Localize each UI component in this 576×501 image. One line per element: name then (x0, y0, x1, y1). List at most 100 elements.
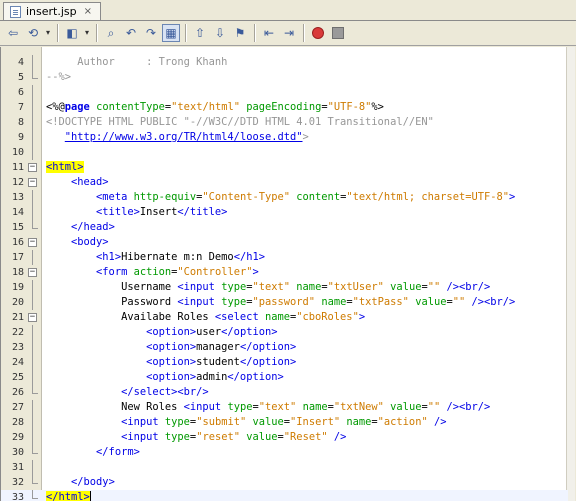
code-editor[interactable]: 4 Author : Trong Khanh 5 --%> 6 7 <%@page con… (0, 47, 575, 501)
next-bookmark-icon[interactable]: ⇩ (211, 24, 229, 42)
fold-collapse-icon[interactable]: − (28, 313, 37, 322)
dropdown-caret-icon[interactable]: ▾ (44, 24, 52, 42)
code-line[interactable]: 31 (1, 460, 568, 475)
code-line[interactable]: 10 (1, 145, 568, 160)
code-line[interactable]: 4 Author : Trong Khanh (1, 55, 568, 70)
code-line[interactable]: 29 <input type="reset" value="Reset" /> (1, 430, 568, 445)
fold-guide (32, 460, 33, 475)
token-txt: Insert (139, 206, 178, 218)
code-line[interactable]: 17 <h1>Hibernate m:n Demo</h1> (1, 250, 568, 265)
code-line[interactable]: 21− Availabe Roles <select name="cboRole… (1, 310, 568, 325)
fold-guide (32, 220, 33, 228)
token-tag: </head> (71, 221, 115, 233)
line-number: 27 (11, 402, 24, 413)
find-prev-icon[interactable]: ↶ (122, 24, 140, 42)
code-line[interactable]: 13 <meta http-equiv="Content-Type" conte… (1, 190, 568, 205)
shift-right-icon[interactable]: ⇥ (280, 24, 298, 42)
fold-collapse-icon[interactable]: − (28, 163, 37, 172)
close-icon[interactable]: × (84, 3, 92, 20)
token-val: "text/html" (171, 101, 240, 113)
token-val: "" (427, 281, 441, 293)
token-attr: type (221, 281, 247, 293)
token-tag: <body> (71, 236, 109, 248)
code-line[interactable]: 16− <body> (1, 235, 568, 250)
token-val: "UTF-8" (327, 101, 372, 113)
fold-guide (32, 85, 33, 100)
code-line[interactable]: 11− <html> (1, 160, 568, 175)
toolbar-separator (185, 24, 186, 42)
code-line[interactable]: 27 New Roles <input type="text" name="tx… (1, 400, 568, 415)
token-txt: admin (196, 371, 228, 383)
code-line[interactable]: 9 "http://www.w3.org/TR/html4/loose.dtd"… (1, 130, 568, 145)
fold-collapse-icon[interactable]: − (28, 178, 37, 187)
code-line[interactable]: 7 <%@page contentType="text/html" pageEnc… (1, 100, 568, 115)
line-number: 25 (11, 372, 24, 383)
find-icon[interactable]: ⌕ (102, 24, 120, 42)
code-line[interactable]: 15 </head> (1, 220, 568, 235)
record-macro-icon[interactable] (309, 24, 327, 42)
shift-left-icon[interactable]: ⇤ (260, 24, 278, 42)
tab-insert-jsp[interactable]: insert.jsp × (3, 2, 102, 20)
fold-collapse-icon[interactable]: − (28, 268, 37, 277)
back-source-icon[interactable]: ⇦ (4, 24, 22, 42)
code-line[interactable]: 14 <title>Insert</title> (1, 205, 568, 220)
code-text: <html> (46, 160, 84, 175)
toggle-bookmark-icon[interactable]: ⚑ (231, 24, 249, 42)
line-number: 16 (11, 237, 24, 248)
code-text: </select><br/> (46, 385, 209, 400)
token-attr: content (296, 191, 341, 203)
code-line[interactable]: 5 --%> (1, 70, 568, 85)
find-next-icon[interactable]: ↷ (142, 24, 160, 42)
token-attr: name (321, 296, 347, 308)
stop-macro-icon[interactable] (329, 24, 347, 42)
token-val: "reset" (196, 431, 240, 443)
line-number: 24 (11, 357, 24, 368)
code-text: <meta http-equiv="Content-Type" content=… (46, 190, 515, 205)
code-line[interactable]: 23 <option>manager</option> (1, 340, 568, 355)
toggle-highlight-icon[interactable]: ▦ (162, 24, 180, 42)
token-val: "submit" (196, 416, 247, 428)
code-line[interactable]: 18− <form action="Controller"> (1, 265, 568, 280)
line-number: 14 (11, 207, 24, 218)
fold-guide (32, 445, 33, 453)
code-text: Availabe Roles <select name="cboRoles"> (46, 310, 365, 325)
token-dir: %> (371, 101, 384, 113)
dropdown-caret-icon[interactable]: ▾ (83, 24, 91, 42)
code-line[interactable]: 20 Password <input type="password" name=… (1, 295, 568, 310)
history-icon[interactable]: ⟲ (24, 24, 42, 42)
fold-guide (32, 385, 33, 393)
code-text: <!DOCTYPE HTML PUBLIC "-//W3C//DTD HTML … (46, 115, 434, 130)
token-com: > (302, 131, 309, 143)
fold-collapse-icon[interactable]: − (28, 238, 37, 247)
token-tag: </h1> (233, 251, 265, 263)
prev-bookmark-icon[interactable]: ⇧ (191, 24, 209, 42)
code-line[interactable]: 25 <option>admin</option> (1, 370, 568, 385)
token-com: --%> (46, 71, 72, 83)
prev-edit-icon[interactable]: ◧ (63, 24, 81, 42)
token-tag: /><br/> (471, 296, 516, 308)
code-line[interactable]: 26 </select><br/> (1, 385, 568, 400)
editor-toolbar: ⇦ ⟲ ▾ ◧ ▾ ⌕ ↶ ↷ ▦ ⇧ ⇩ ⚑ ⇤ ⇥ (0, 21, 576, 46)
code-line[interactable]: 30 </form> (1, 445, 568, 460)
code-line[interactable]: 28 <input type="submit" value="Insert" n… (1, 415, 568, 430)
code-line[interactable]: 6 (1, 85, 568, 100)
code-line[interactable]: 22 <option>user</option> (1, 325, 568, 340)
line-number: 17 (11, 252, 24, 263)
token-tag: /> (333, 431, 347, 443)
fold-end-marker (32, 453, 38, 454)
code-line[interactable]: 8 <!DOCTYPE HTML PUBLIC "-//W3C//DTD HTML… (1, 115, 568, 130)
line-number: 10 (11, 147, 24, 158)
code-line[interactable]: 24 <option>student</option> (1, 355, 568, 370)
code-line[interactable]: 33 </html> (1, 490, 568, 501)
token-tag: /> (433, 416, 447, 428)
code-line[interactable]: 19 Username <input type="text" name="txt… (1, 280, 568, 295)
token-tag: <form (96, 266, 128, 278)
token-attr: value (390, 281, 422, 293)
code-line[interactable]: 32 </body> (1, 475, 568, 490)
line-number: 6 (17, 87, 24, 98)
code-line[interactable]: 12− <head> (1, 175, 568, 190)
